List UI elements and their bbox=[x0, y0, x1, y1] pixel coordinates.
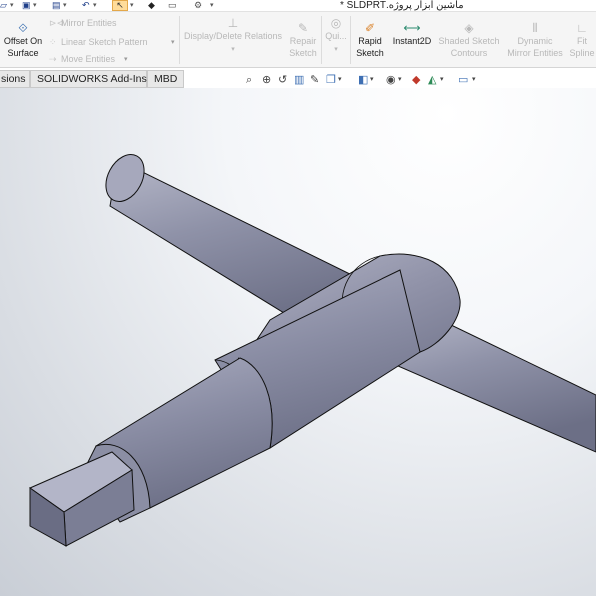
display-style-dropdown-arrow[interactable]: ▾ bbox=[370, 72, 374, 88]
rapid-sketch-icon: ✐ bbox=[364, 21, 376, 35]
repair-sketch-label-2: Sketch bbox=[289, 48, 317, 58]
view-settings-icon[interactable]: ▭ bbox=[458, 72, 468, 88]
undo-icon[interactable]: ↶ bbox=[82, 0, 90, 11]
repair-sketch-button[interactable]: ✎ Repair Sketch bbox=[286, 21, 320, 59]
previous-view-icon[interactable]: ↺ bbox=[278, 72, 287, 88]
new-dropdown-arrow[interactable]: ▾ bbox=[10, 0, 14, 11]
fit-spline-button[interactable]: ∟ Fit Spline bbox=[568, 21, 596, 59]
view-orientation-dropdown-arrow[interactable]: ▾ bbox=[338, 72, 342, 88]
offset-on-surface-icon: ⟐ bbox=[18, 21, 28, 35]
options-dropdown-arrow[interactable]: ▾ bbox=[210, 0, 214, 11]
linear-pattern-icon: ⁘ bbox=[49, 37, 57, 47]
tab-solidworks-add-ins[interactable]: SOLIDWORKS Add-Ins bbox=[30, 70, 147, 88]
save-icon[interactable]: ▣ bbox=[22, 0, 31, 11]
view-orientation-icon[interactable]: ❐ bbox=[326, 72, 336, 88]
linear-sketch-pattern-label: Linear Sketch Pattern bbox=[61, 37, 148, 47]
print-icon[interactable]: ▤ bbox=[52, 0, 61, 11]
edit-appearance-icon[interactable]: ◆ bbox=[412, 72, 420, 88]
apply-scene-dropdown-arrow[interactable]: ▾ bbox=[440, 72, 444, 88]
shaded-sketch-contours-button[interactable]: ◈ Shaded Sketch Contours bbox=[436, 21, 502, 59]
shaded-sketch-contours-label-2: Contours bbox=[450, 48, 488, 58]
relations-icon: ⊥ bbox=[227, 16, 239, 30]
fit-spline-label-1: Fit bbox=[577, 36, 587, 46]
file-properties-icon[interactable]: ▭ bbox=[168, 0, 177, 11]
dynamic-mirror-entities-button[interactable]: ⫴ Dynamic Mirror Entities bbox=[503, 21, 567, 59]
t-handle-wrench-model[interactable] bbox=[0, 88, 596, 596]
move-entities-label: Move Entities bbox=[61, 54, 116, 64]
instant2d-icon: ⟷ bbox=[403, 21, 421, 35]
quick-snaps-label: Qui... bbox=[325, 31, 347, 41]
rapid-sketch-label-1: Rapid bbox=[358, 36, 382, 46]
offset-on-surface-button[interactable]: ⟐ Offset On Surface bbox=[2, 21, 44, 59]
display-delete-relations-label: Display/Delete Relations bbox=[183, 31, 283, 41]
mirror-icon: ⊳⊲ bbox=[49, 18, 65, 28]
section-view-icon[interactable]: ▥ bbox=[294, 72, 304, 88]
square-drive[interactable] bbox=[28, 451, 135, 547]
title-bar: ▱ ▾ ▣ ▾ ▤ ▾ ↶ ▾ ↖ ▾ ◆ ▭ ⚙ ▾ ماشین ابزار … bbox=[0, 0, 596, 12]
tab-mbd[interactable]: MBD bbox=[147, 70, 184, 88]
display-delete-relations-button[interactable]: ⊥ Display/Delete Relations ▾ bbox=[182, 16, 284, 56]
tab-dimensions[interactable]: sions bbox=[0, 70, 30, 88]
apply-scene-icon[interactable]: ◭ bbox=[428, 72, 436, 88]
mirror-entities-button[interactable]: ⊳⊲Mirror Entities bbox=[49, 18, 117, 29]
dynamic-mirror-label-1: Dynamic bbox=[517, 36, 553, 46]
dynamic-mirror-icon: ⫴ bbox=[532, 21, 538, 35]
ribbon-separator bbox=[350, 16, 351, 64]
mirror-entities-label: Mirror Entities bbox=[61, 18, 117, 28]
document-title: ماشین ابزار پروژه.SLDPRT * bbox=[340, 0, 464, 11]
move-entities-button[interactable]: ⇢ Move Entities bbox=[49, 54, 115, 65]
offset-on-surface-label-2: Surface bbox=[7, 48, 39, 58]
fit-spline-icon: ∟ bbox=[576, 21, 588, 35]
offset-on-surface-label-1: Offset On bbox=[3, 36, 43, 46]
rapid-sketch-button[interactable]: ✐ Rapid Sketch bbox=[352, 21, 388, 59]
graphics-area[interactable] bbox=[0, 88, 596, 596]
new-file-icon[interactable]: ▱ bbox=[0, 0, 7, 11]
move-dropdown-arrow[interactable]: ▾ bbox=[124, 55, 128, 63]
dynamic-annotation-icon[interactable]: ✎ bbox=[310, 72, 319, 88]
instant2d-button[interactable]: ⟷ Instant2D bbox=[388, 21, 436, 47]
rapid-sketch-label-2: Sketch bbox=[356, 48, 384, 58]
instant2d-label: Instant2D bbox=[392, 36, 432, 46]
quick-snaps-dropdown-arrow[interactable]: ▾ bbox=[334, 46, 338, 53]
select-dropdown-arrow[interactable]: ▾ bbox=[130, 0, 134, 11]
view-settings-dropdown-arrow[interactable]: ▾ bbox=[472, 72, 476, 88]
repair-sketch-icon: ✎ bbox=[297, 21, 309, 35]
print-dropdown-arrow[interactable]: ▾ bbox=[63, 0, 67, 11]
command-manager-ribbon: ⟐ Offset On Surface ⊳⊲Mirror Entities ⁘ L… bbox=[0, 12, 596, 68]
save-dropdown-arrow[interactable]: ▾ bbox=[33, 0, 37, 11]
quick-snaps-icon: ◎ bbox=[330, 16, 342, 30]
dynamic-mirror-label-2: Mirror Entities bbox=[507, 48, 563, 58]
rebuild-icon[interactable]: ◆ bbox=[148, 0, 155, 11]
repair-sketch-label-1: Repair bbox=[289, 36, 317, 46]
display-style-icon[interactable]: ◧ bbox=[358, 72, 368, 88]
zoom-to-fit-icon[interactable]: ⌕ bbox=[246, 72, 252, 88]
zoom-to-area-icon[interactable]: ⊕ bbox=[262, 72, 271, 88]
undo-dropdown-arrow[interactable]: ▾ bbox=[93, 0, 97, 11]
solidworks-window: ▱ ▾ ▣ ▾ ▤ ▾ ↶ ▾ ↖ ▾ ◆ ▭ ⚙ ▾ ماشین ابزار … bbox=[0, 0, 596, 596]
ribbon-separator bbox=[179, 16, 180, 64]
shaded-sketch-contours-label-1: Shaded Sketch bbox=[438, 36, 500, 46]
fit-spline-label-2: Spline bbox=[569, 48, 595, 58]
linear-sketch-pattern-button[interactable]: ⁘ Linear Sketch Pattern bbox=[49, 37, 148, 48]
move-icon: ⇢ bbox=[49, 54, 57, 64]
select-cursor-button[interactable]: ↖ bbox=[112, 0, 128, 11]
options-gear-icon[interactable]: ⚙ bbox=[194, 0, 202, 11]
hide-show-items-icon[interactable]: ◉ bbox=[386, 72, 396, 88]
pattern-dropdown-arrow[interactable]: ▾ bbox=[171, 38, 175, 46]
hide-show-dropdown-arrow[interactable]: ▾ bbox=[398, 72, 402, 88]
relations-dropdown-arrow[interactable]: ▾ bbox=[231, 46, 235, 53]
quick-snaps-button[interactable]: ◎ Qui... ▾ bbox=[322, 16, 350, 56]
shaded-contours-icon: ◈ bbox=[464, 21, 474, 35]
